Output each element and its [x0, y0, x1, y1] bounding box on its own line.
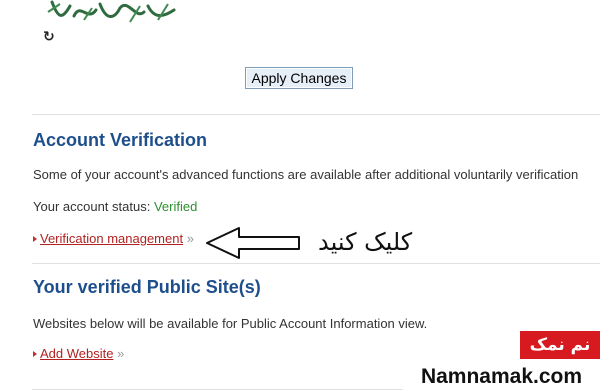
- refresh-icon[interactable]: ↻: [43, 29, 55, 43]
- raquo-icon: »: [186, 231, 194, 246]
- public-sites-description: Websites below will be available for Pub…: [33, 316, 428, 331]
- click-here-annotation: کلیک کنید: [318, 228, 413, 256]
- add-website-row: Add Website »: [33, 346, 124, 361]
- account-status-value: Verified: [153, 199, 198, 214]
- bullet-icon: [33, 236, 37, 242]
- add-website-link[interactable]: Add Website: [40, 346, 113, 361]
- watermark-site: Namnamak.com: [403, 362, 600, 392]
- raquo-icon: »: [117, 346, 125, 361]
- verification-management-link[interactable]: Verification management: [40, 231, 183, 246]
- apply-changes-button[interactable]: Apply Changes: [245, 67, 353, 89]
- left-arrow-icon: [206, 227, 300, 259]
- section-divider: [32, 114, 600, 115]
- verification-management-row: Verification management »: [33, 231, 194, 246]
- public-sites-title: Your verified Public Site(s): [33, 277, 261, 297]
- account-verification-title: Account Verification: [33, 130, 208, 150]
- bullet-icon: [33, 351, 37, 357]
- section-divider: [32, 263, 600, 264]
- verification-description: Some of your account's advanced function…: [33, 167, 579, 182]
- captcha-image: [47, 0, 176, 23]
- watermark-persian: نم نمک: [520, 331, 600, 359]
- account-status-label: Your account status:: [33, 199, 151, 214]
- account-status: Your account status: Verified: [33, 199, 197, 214]
